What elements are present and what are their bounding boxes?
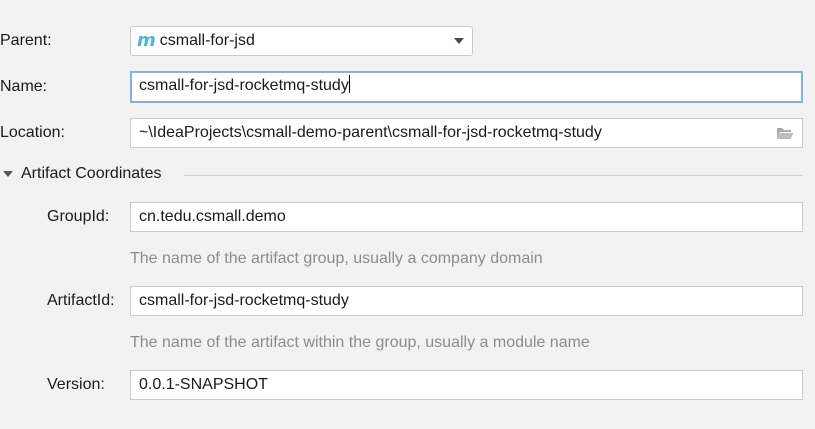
text-cursor (348, 75, 350, 93)
parent-label: Parent: (0, 32, 52, 49)
groupid-label: GroupId: (47, 208, 110, 225)
section-title: Artifact Coordinates (21, 165, 162, 182)
location-label: Location: (0, 124, 65, 141)
groupid-field[interactable]: cn.tedu.csmall.demo (130, 202, 803, 232)
artifactid-hint: The name of the artifact within the grou… (130, 334, 590, 351)
location-field[interactable]: ~\IdeaProjects\csmall-demo-parent\csmall… (130, 118, 803, 148)
name-field[interactable]: csmall-for-jsd-rocketmq-study (130, 71, 803, 103)
location-value: ~\IdeaProjects\csmall-demo-parent\csmall… (139, 124, 602, 141)
parent-dropdown[interactable]: m csmall-for-jsd (130, 26, 473, 56)
artifact-coordinates-section[interactable]: Artifact Coordinates (3, 164, 162, 184)
section-divider (184, 175, 803, 176)
groupid-value: cn.tedu.csmall.demo (139, 208, 286, 225)
name-label: Name: (0, 78, 48, 95)
artifactid-field[interactable]: csmall-for-jsd-rocketmq-study (130, 286, 803, 316)
name-value: csmall-for-jsd-rocketmq-study (139, 77, 349, 94)
version-label: Version: (47, 376, 105, 393)
module-icon: m (137, 30, 156, 51)
chevron-down-icon[interactable] (454, 38, 464, 44)
groupid-hint: The name of the artifact group, usually … (130, 250, 543, 267)
artifactid-label: ArtifactId: (47, 292, 115, 309)
parent-value: csmall-for-jsd (159, 32, 255, 49)
artifactid-value: csmall-for-jsd-rocketmq-study (139, 292, 349, 309)
version-field[interactable]: 0.0.1-SNAPSHOT (130, 370, 803, 400)
version-value: 0.0.1-SNAPSHOT (139, 376, 268, 393)
collapse-arrow-icon[interactable] (3, 171, 13, 177)
folder-open-icon[interactable] (776, 126, 794, 140)
